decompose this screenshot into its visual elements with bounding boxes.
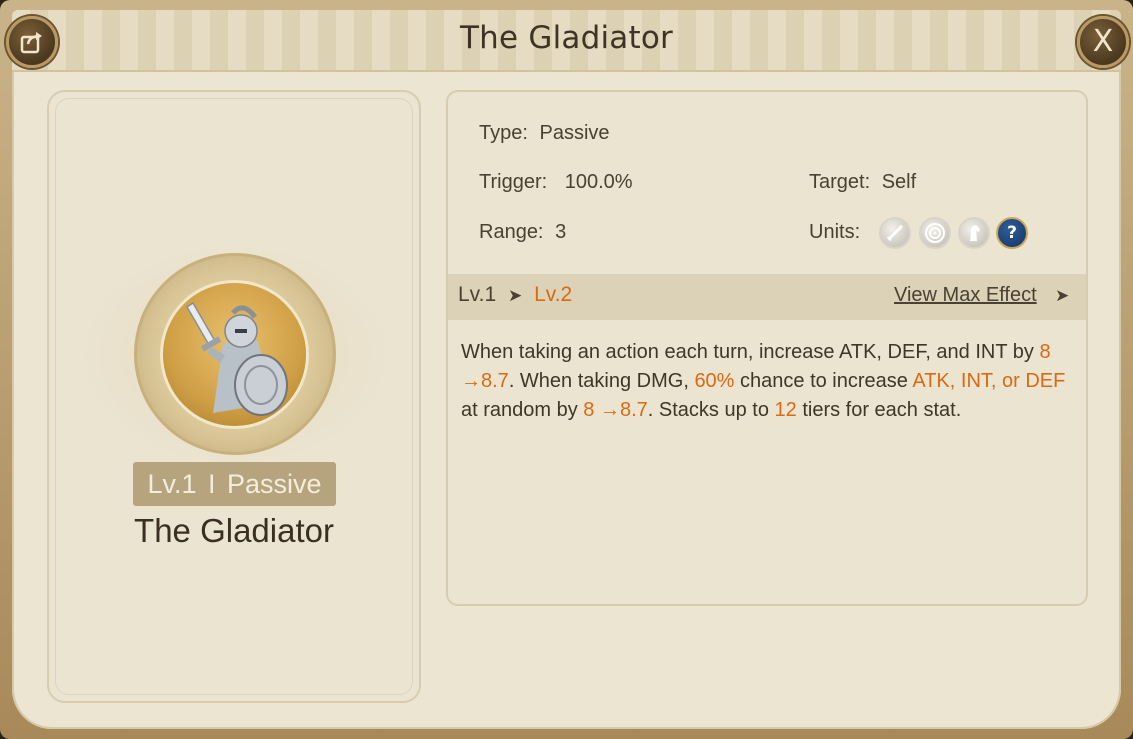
view-max-effect-link[interactable]: View Max Effect	[894, 284, 1037, 307]
desc-text-4: at random by	[461, 399, 584, 421]
current-level: Lv.1	[458, 283, 497, 306]
desc-text-2: . When taking DMG,	[508, 370, 695, 392]
level-progression: Lv.1 ➤ Lv.2	[458, 283, 572, 307]
skill-description: When taking an action each turn, increas…	[461, 338, 1076, 425]
target-label: Target:	[809, 171, 871, 193]
close-button[interactable]: X	[1077, 16, 1129, 68]
trigger-label: Trigger:	[479, 171, 548, 193]
sword-icon[interactable]	[879, 217, 911, 249]
desc-value-2: 60%	[694, 370, 735, 392]
skill-name: The Gladiator	[134, 512, 334, 549]
question-icon[interactable]: ?	[996, 217, 1028, 249]
desc-text-5: . Stacks up to	[647, 399, 775, 421]
gladiator-icon	[163, 283, 306, 426]
next-level: Lv.2	[534, 283, 573, 306]
desc-text-1: When taking an action each turn, increas…	[461, 341, 1040, 363]
close-icon: X	[1092, 24, 1114, 59]
type-row: Type: Passive	[479, 122, 610, 145]
type-value: Passive	[539, 122, 610, 144]
trigger-row: Trigger: 100.0%	[479, 171, 633, 194]
desc-value-3: ATK, INT, or DEF	[912, 370, 1066, 392]
range-row: Range: 3	[479, 221, 566, 244]
desc-value-5: 12	[774, 399, 797, 421]
badge-separator: I	[207, 469, 216, 499]
badge-level: Lv.1	[147, 469, 197, 499]
share-icon	[20, 32, 42, 54]
type-label: Type:	[479, 122, 528, 144]
horse-icon[interactable]	[958, 217, 990, 249]
badge-type: Passive	[227, 469, 322, 499]
level-arrow-icon: ➤	[507, 286, 523, 305]
level-type-badge: Lv.1 I Passive	[133, 462, 336, 506]
target-row: Target: Self	[809, 171, 916, 194]
range-value: 3	[555, 221, 567, 243]
target-value: Self	[881, 171, 917, 193]
desc-text-6: tiers for each stat.	[796, 399, 962, 421]
view-max-arrow-icon[interactable]: ➤	[1055, 286, 1069, 306]
desc-text-3: chance to increase	[734, 370, 913, 392]
target-icon[interactable]	[919, 217, 951, 249]
share-button[interactable]	[6, 16, 58, 68]
desc-value-4: 8 →8.7	[583, 399, 648, 421]
dialog-title: The Gladiator	[460, 20, 673, 56]
range-label: Range:	[479, 221, 544, 243]
units-label: Units:	[809, 221, 861, 243]
trigger-value: 100.0%	[564, 171, 633, 193]
